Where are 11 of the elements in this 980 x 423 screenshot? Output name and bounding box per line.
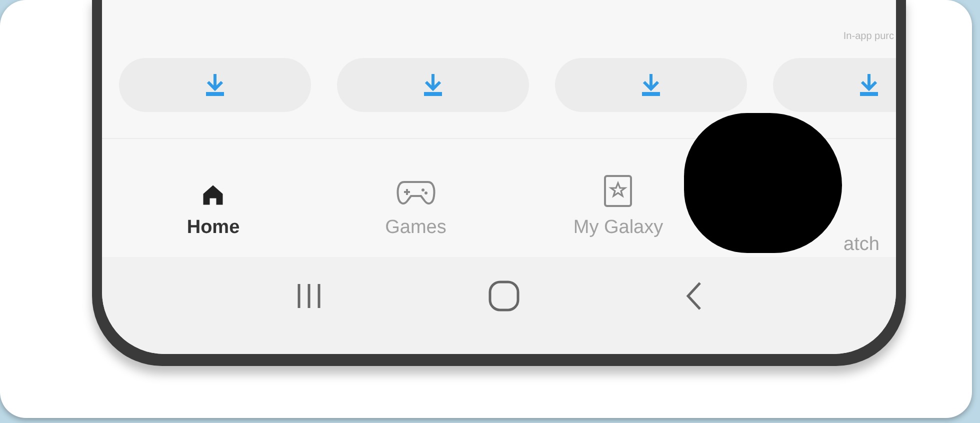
star-frame-icon [603, 174, 634, 208]
download-icon [204, 72, 226, 98]
download-icon [640, 72, 662, 98]
bottom-tab[interactable]: My Galaxy [573, 164, 664, 242]
home-button-icon[interactable] [486, 278, 521, 312]
tab-label[interactable]: atch [844, 230, 880, 260]
bottom-tab[interactable]: Games [385, 164, 446, 242]
bottom-tab[interactable]: Home [186, 164, 240, 242]
download-icon [422, 72, 444, 98]
download-icon [858, 72, 880, 98]
purchase-note: In-app purc [843, 30, 894, 44]
